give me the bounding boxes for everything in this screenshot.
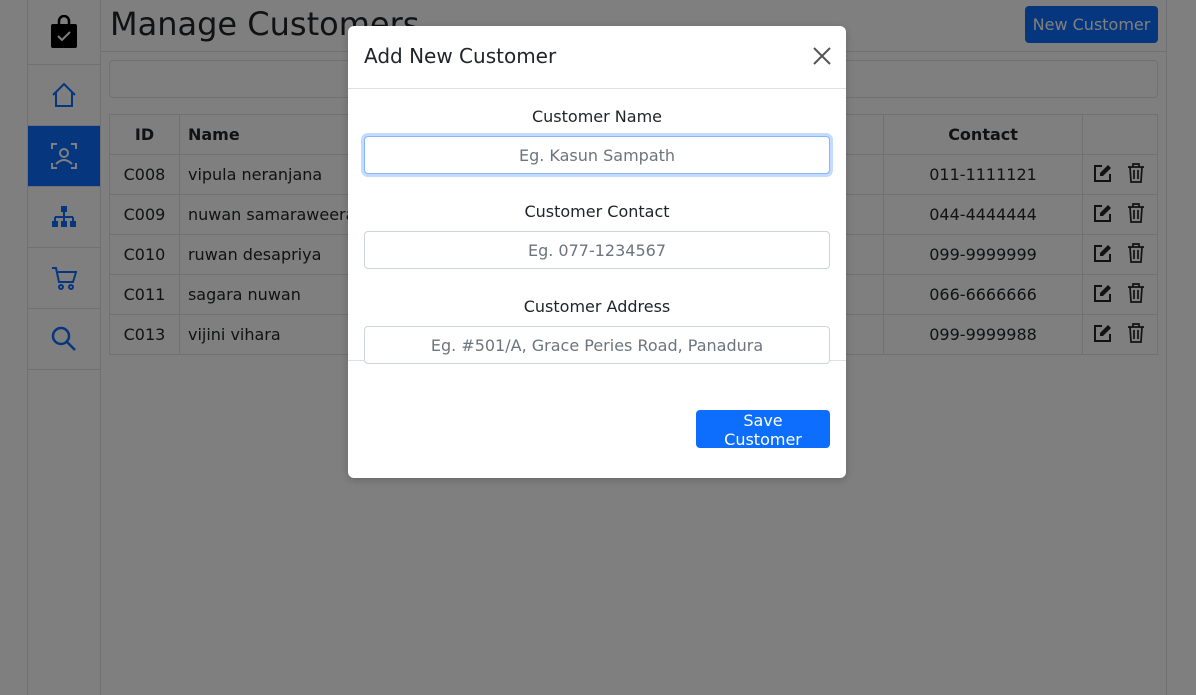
modal-body: Customer Name Customer Contact Customer … [348, 89, 846, 364]
close-button[interactable] [812, 46, 832, 66]
customer-name-label: Customer Name [531, 107, 662, 126]
customer-address-input[interactable] [364, 326, 830, 364]
customer-contact-input[interactable] [364, 231, 830, 269]
modal-header: Add New Customer [348, 26, 846, 89]
save-customer-button[interactable]: Save Customer [696, 410, 830, 449]
add-customer-modal: Add New Customer Customer Name Customer … [348, 26, 846, 478]
close-icon [812, 47, 832, 69]
customer-contact-label: Customer Contact [524, 202, 670, 221]
customer-name-input[interactable] [364, 136, 830, 174]
customer-address-label: Customer Address [523, 297, 671, 316]
modal-title: Add New Customer [364, 44, 557, 68]
